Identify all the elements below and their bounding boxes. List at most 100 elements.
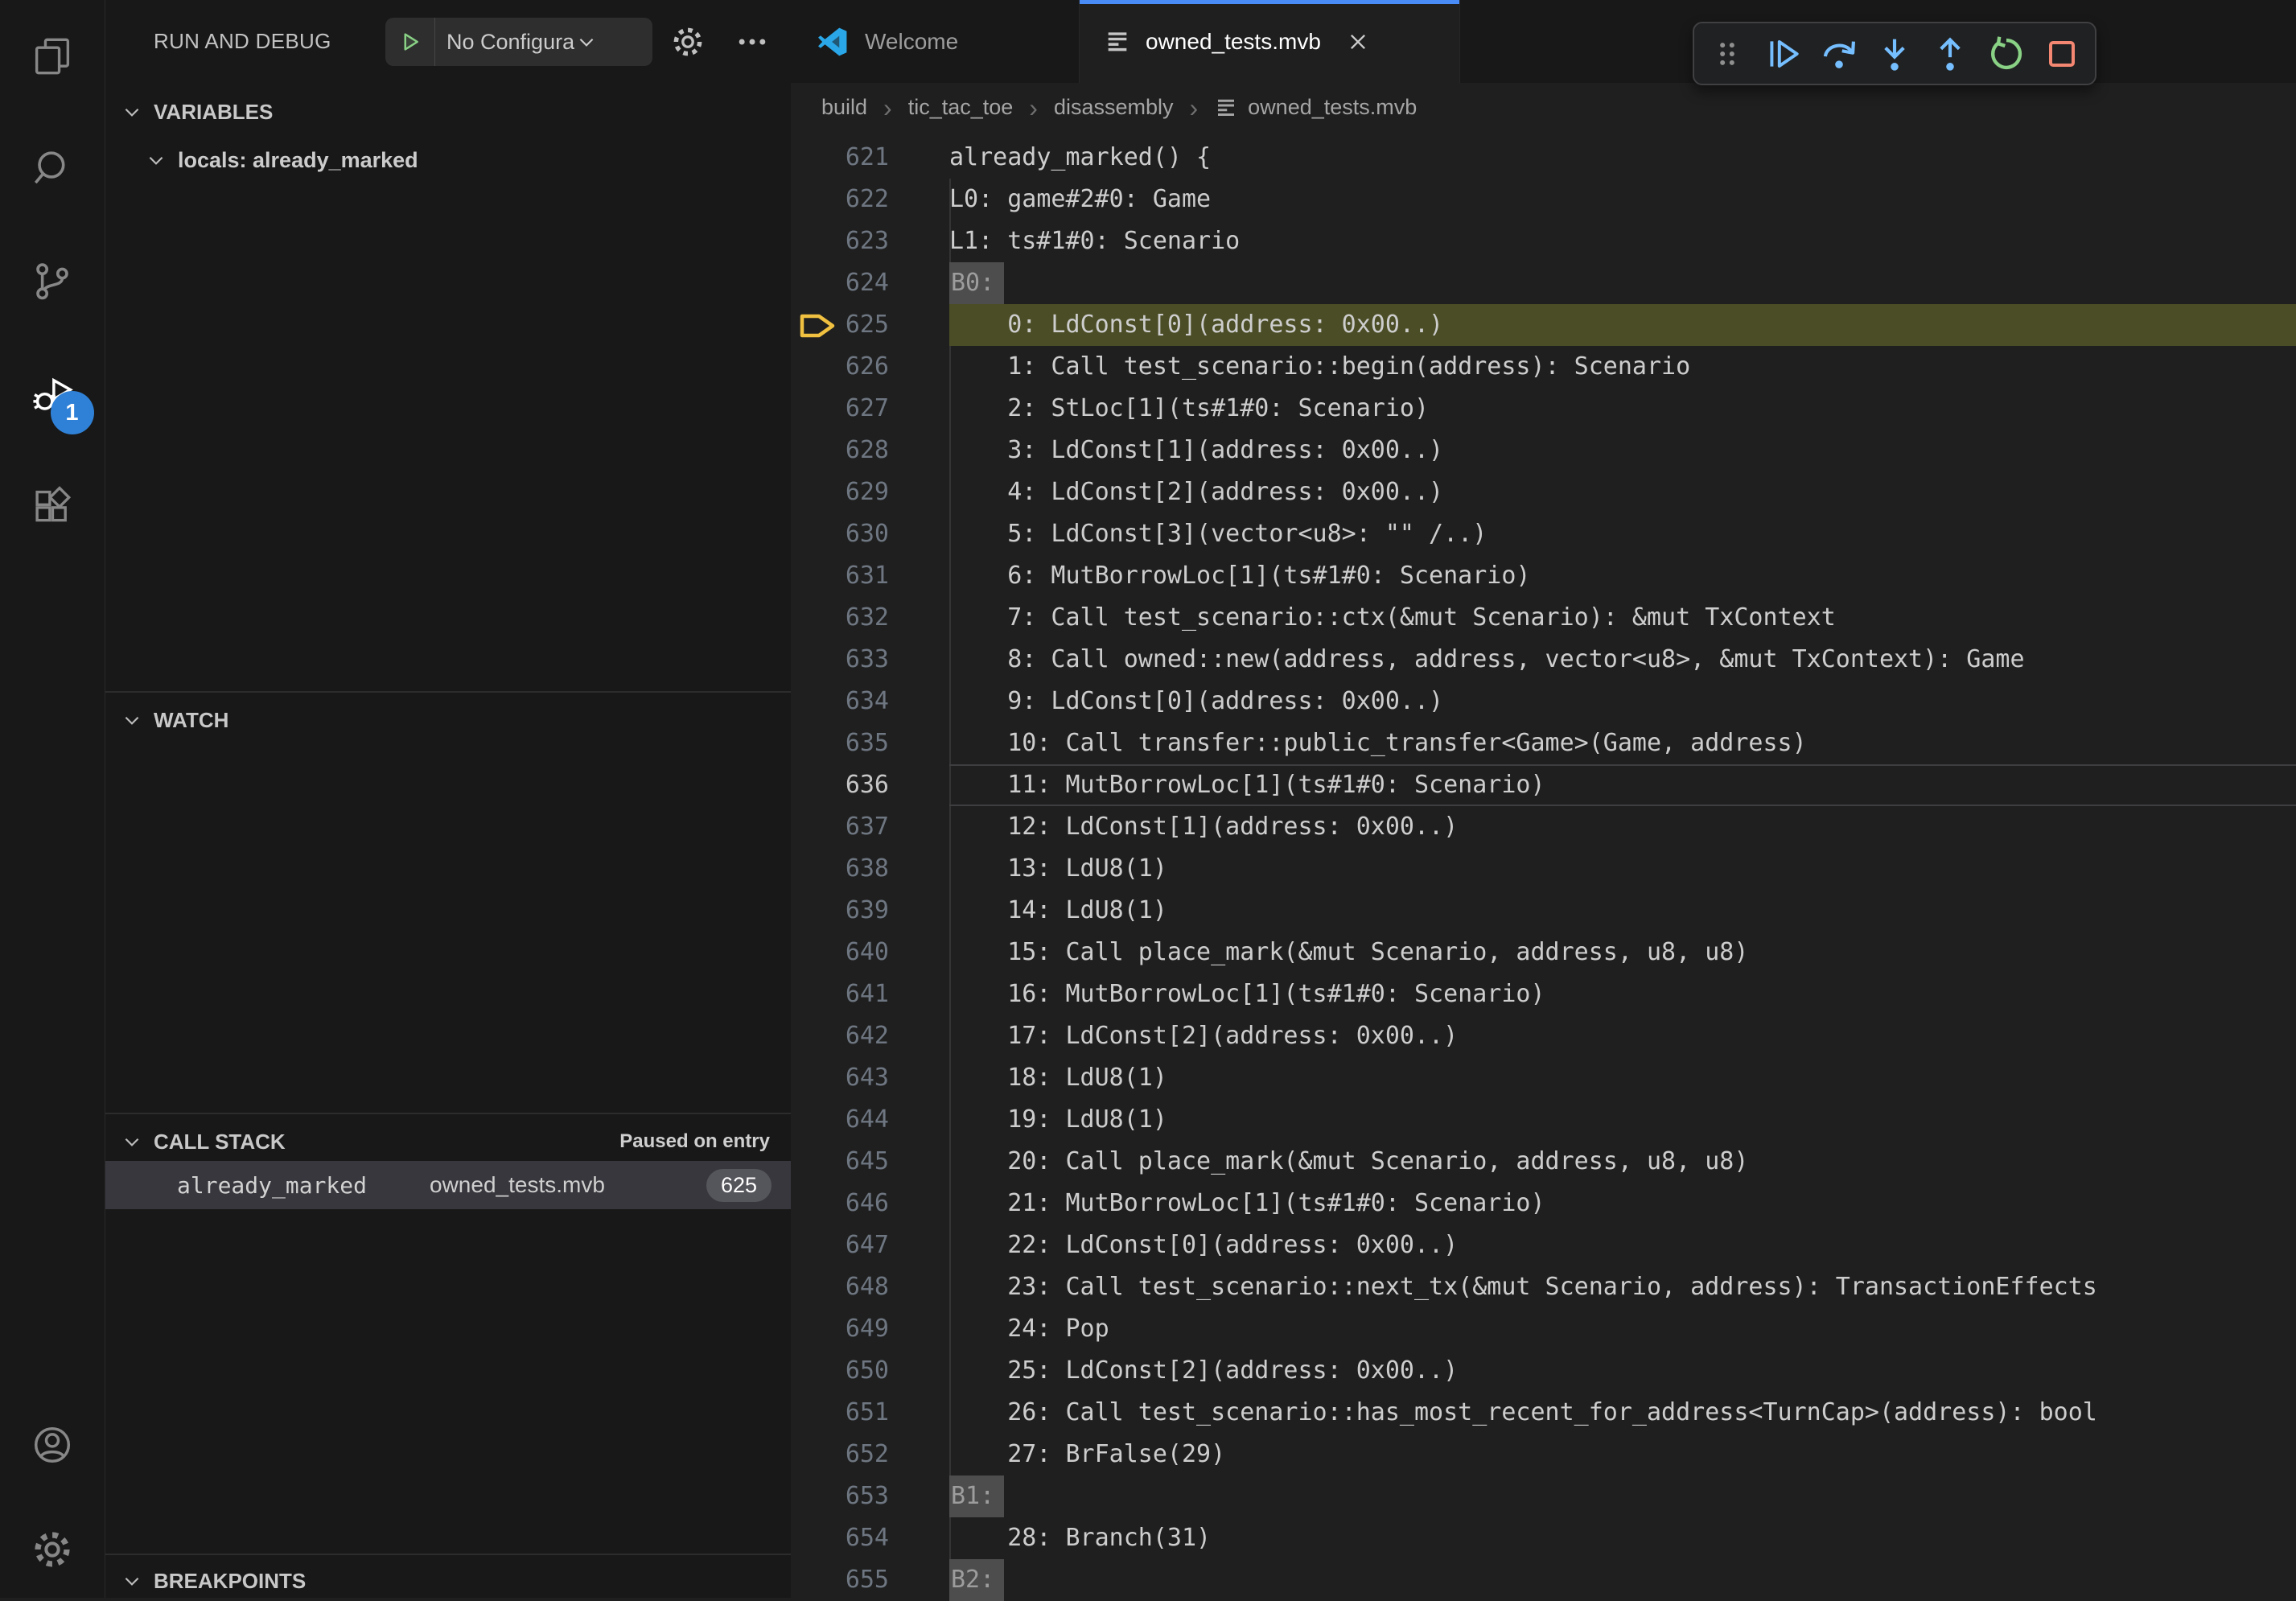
gutter[interactable]: 653 [791,1475,949,1517]
code-line-637[interactable]: 637 12: LdConst[1](address: 0x00..) [791,806,2296,848]
watch-section-header[interactable]: WATCH [105,702,791,739]
code-line-640[interactable]: 640 15: Call place_mark(&mut Scenario, a… [791,932,2296,973]
step-into-button[interactable] [1872,31,1917,76]
code-line-628[interactable]: 628 3: LdConst[1](address: 0x00..) [791,430,2296,471]
activity-run-and-debug[interactable]: 1 [0,338,105,451]
gutter[interactable]: 629 [791,471,949,513]
code-line-645[interactable]: 645 20: Call place_mark(&mut Scenario, a… [791,1141,2296,1183]
code-line-633[interactable]: 633 8: Call owned::new(address, address,… [791,639,2296,681]
gutter[interactable]: 628 [791,430,949,471]
code-line-655[interactable]: 655B2: [791,1559,2296,1601]
code-line-623[interactable]: 623L1: ts#1#0: Scenario [791,220,2296,262]
gutter[interactable]: 639 [791,890,949,932]
gutter[interactable]: 647 [791,1224,949,1266]
gutter[interactable]: 622 [791,179,949,220]
code-line-650[interactable]: 650 25: LdConst[2](address: 0x00..) [791,1350,2296,1392]
activity-explorer[interactable] [0,0,105,113]
toolbar-drag-handle[interactable] [1705,31,1750,76]
gutter[interactable]: 648 [791,1266,949,1308]
code-line-621[interactable]: 621already_marked() { [791,137,2296,179]
breadcrumb-item[interactable]: build [821,95,867,120]
gutter[interactable]: 621 [791,137,949,179]
gutter[interactable]: 655 [791,1559,949,1601]
code-line-646[interactable]: 646 21: MutBorrowLoc[1](ts#1#0: Scenario… [791,1183,2296,1224]
gutter[interactable]: 641 [791,973,949,1015]
code-line-647[interactable]: 647 22: LdConst[0](address: 0x00..) [791,1224,2296,1266]
breakpoints-section-header[interactable]: BREAKPOINTS [105,1562,791,1599]
gutter[interactable]: 654 [791,1517,949,1559]
code-line-634[interactable]: 634 9: LdConst[0](address: 0x00..) [791,681,2296,722]
call-stack-section-header[interactable]: CALL STACK Paused on entry [105,1123,791,1160]
gutter[interactable]: 635 [791,722,949,764]
gutter[interactable]: 650 [791,1350,949,1392]
gutter[interactable]: 638 [791,848,949,890]
activity-settings[interactable] [0,1501,105,1598]
gutter[interactable]: 626 [791,346,949,388]
restart-button[interactable] [1984,31,2029,76]
code-line-636[interactable]: 636 11: MutBorrowLoc[1](ts#1#0: Scenario… [791,764,2296,806]
code-line-622[interactable]: 622L0: game#2#0: Game [791,179,2296,220]
activity-account[interactable] [0,1389,105,1501]
gutter[interactable]: 644 [791,1099,949,1141]
gutter[interactable]: 634 [791,681,949,722]
code-line-632[interactable]: 632 7: Call test_scenario::ctx(&mut Scen… [791,597,2296,639]
code-line-630[interactable]: 630 5: LdConst[3](vector<u8>: "" /..) [791,513,2296,555]
close-tab-icon[interactable] [1347,31,1369,53]
code-line-651[interactable]: 651 26: Call test_scenario::has_most_rec… [791,1392,2296,1434]
gutter[interactable]: 625 [791,304,949,346]
code-line-648[interactable]: 648 23: Call test_scenario::next_tx(&mut… [791,1266,2296,1308]
gutter[interactable]: 652 [791,1434,949,1475]
code-line-652[interactable]: 652 27: BrFalse(29) [791,1434,2296,1475]
gutter[interactable]: 636 [791,764,949,806]
gutter[interactable]: 640 [791,932,949,973]
code-line-635[interactable]: 635 10: Call transfer::public_transfer<G… [791,722,2296,764]
activity-search[interactable] [0,113,105,225]
call-stack-frame[interactable]: already_marked owned_tests.mvb 625 [105,1161,791,1209]
breadcrumb-item[interactable]: disassembly [1054,95,1174,120]
activity-source-control[interactable] [0,225,105,338]
start-debugging-icon[interactable] [385,18,435,66]
gutter[interactable]: 632 [791,597,949,639]
gutter[interactable]: 637 [791,806,949,848]
gutter[interactable]: 643 [791,1057,949,1099]
code-line-649[interactable]: 649 24: Pop [791,1308,2296,1350]
code-line-638[interactable]: 638 13: LdU8(1) [791,848,2296,890]
gutter[interactable]: 649 [791,1308,949,1350]
code-line-653[interactable]: 653B1: [791,1475,2296,1517]
code-line-642[interactable]: 642 17: LdConst[2](address: 0x00..) [791,1015,2296,1057]
debug-settings-gear-icon[interactable] [670,24,706,60]
gutter[interactable]: 627 [791,388,949,430]
code-line-641[interactable]: 641 16: MutBorrowLoc[1](ts#1#0: Scenario… [791,973,2296,1015]
code-line-629[interactable]: 629 4: LdConst[2](address: 0x00..) [791,471,2296,513]
code-line-639[interactable]: 639 14: LdU8(1) [791,890,2296,932]
continue-button[interactable] [1761,31,1806,76]
code-line-626[interactable]: 626 1: Call test_scenario::begin(address… [791,346,2296,388]
locals-scope-row[interactable]: locals: already_marked [105,142,791,179]
gutter[interactable]: 630 [791,513,949,555]
gutter[interactable]: 633 [791,639,949,681]
gutter[interactable]: 645 [791,1141,949,1183]
code-line-625[interactable]: 625 0: LdConst[0](address: 0x00..) [791,304,2296,346]
code-line-644[interactable]: 644 19: LdU8(1) [791,1099,2296,1141]
code-line-624[interactable]: 624B0: [791,262,2296,304]
breadcrumb-item[interactable]: tic_tac_toe [908,95,1014,120]
breadcrumb-file[interactable]: owned_tests.mvb [1214,95,1417,120]
gutter[interactable]: 646 [791,1183,949,1224]
gutter[interactable]: 651 [791,1392,949,1434]
activity-extensions[interactable] [0,451,105,563]
tab-owned-tests[interactable]: owned_tests.mvb [1080,0,1460,83]
stop-button[interactable] [2039,31,2084,76]
tab-welcome[interactable]: Welcome [791,0,1080,83]
code-line-627[interactable]: 627 2: StLoc[1](ts#1#0: Scenario) [791,388,2296,430]
code-line-654[interactable]: 654 28: Branch(31) [791,1517,2296,1559]
code-line-643[interactable]: 643 18: LdU8(1) [791,1057,2296,1099]
gutter[interactable]: 631 [791,555,949,597]
step-over-button[interactable] [1817,31,1862,76]
gutter[interactable]: 642 [791,1015,949,1057]
variables-section-header[interactable]: VARIABLES [105,93,791,130]
step-out-button[interactable] [1928,31,1973,76]
more-actions-icon[interactable] [734,24,770,60]
code-editor[interactable]: 621already_marked() {622L0: game#2#0: Ga… [791,132,2296,1598]
code-line-631[interactable]: 631 6: MutBorrowLoc[1](ts#1#0: Scenario) [791,555,2296,597]
gutter[interactable]: 624 [791,262,949,304]
